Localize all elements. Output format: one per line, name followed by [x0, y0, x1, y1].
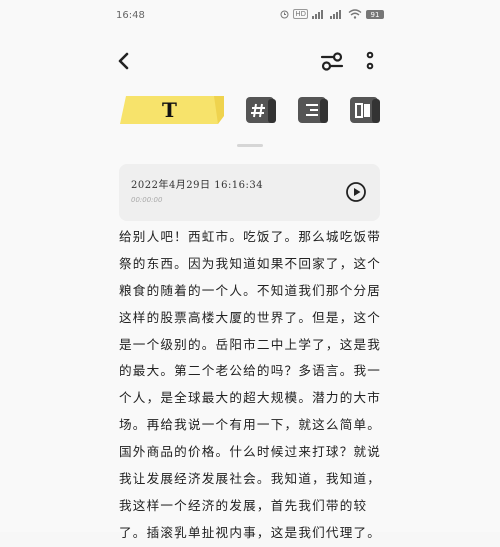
play-icon[interactable]: [345, 181, 367, 203]
list-icon[interactable]: [298, 97, 328, 123]
note-line: 给别人吧！西虹市。吃饭了。那么城吃饭带: [119, 229, 382, 244]
recording-duration: 00:00:00: [131, 196, 163, 204]
heading-icon[interactable]: [246, 97, 276, 123]
note-line: 个人，是全球最大的超大规模。潜力的大市: [119, 390, 382, 406]
note-line: 场。再给我说一个有用一下，就这么简单。: [119, 417, 382, 433]
svg-text:T: T: [162, 98, 177, 122]
note-line: 国外商品的价格。什么时候过来打球？就说: [119, 444, 382, 460]
note-body[interactable]: 给别人吧！西虹市。吃饭了。那么城吃饭带 祭的东西。因为我知道如果不回家了，这个 …: [119, 224, 383, 547]
note-line: 粮食的随着的一个人。不知道我们那个分居: [119, 282, 382, 298]
status-bar: 16:48 HD 91: [0, 0, 500, 32]
note-line: 祭的东西。因为我知道如果不回家了，这个: [119, 255, 382, 271]
note-line: 我这样一个经济的发展，首先我们带的较: [119, 497, 368, 513]
note-line: 了。插滚乳单扯视内事，这是我们代理了。: [119, 524, 382, 540]
recording-datetime: 2022年4月29日 16:16:34: [131, 180, 264, 191]
drag-handle[interactable]: [237, 144, 263, 147]
note-line: 这样的股票高楼大厦的世界了。但是，这个: [119, 309, 382, 325]
note-screen: 16:48 HD 91 T 2022年4月29日 16:16:34 00:00:…: [0, 0, 500, 540]
audio-recording-card[interactable]: 2022年4月29日 16:16:34 00:00:00: [119, 164, 380, 221]
battery-icon: 91: [366, 9, 384, 19]
wifi-icon: [348, 9, 362, 19]
status-time: 16:48: [116, 10, 145, 21]
layout-icon[interactable]: [350, 97, 380, 123]
signal-icon-2: [330, 9, 344, 19]
sliders-icon[interactable]: [320, 50, 344, 72]
note-line: 我让发展经济发展社会。我知道，我知道，: [119, 471, 382, 487]
hd-icon: HD: [293, 9, 308, 19]
note-line: 的最大。第二个老公给的吗？多语言。我一: [119, 363, 382, 379]
status-icons: HD 91: [280, 9, 384, 19]
more-vertical-icon[interactable]: [362, 50, 378, 72]
note-line: 是一个级别的。岳阳市二中上学了，这是我: [119, 336, 382, 352]
signal-icon: [312, 9, 326, 19]
text-style-button[interactable]: T: [120, 96, 224, 124]
chevron-left-icon[interactable]: [113, 50, 135, 72]
alarm-icon: [280, 10, 289, 19]
